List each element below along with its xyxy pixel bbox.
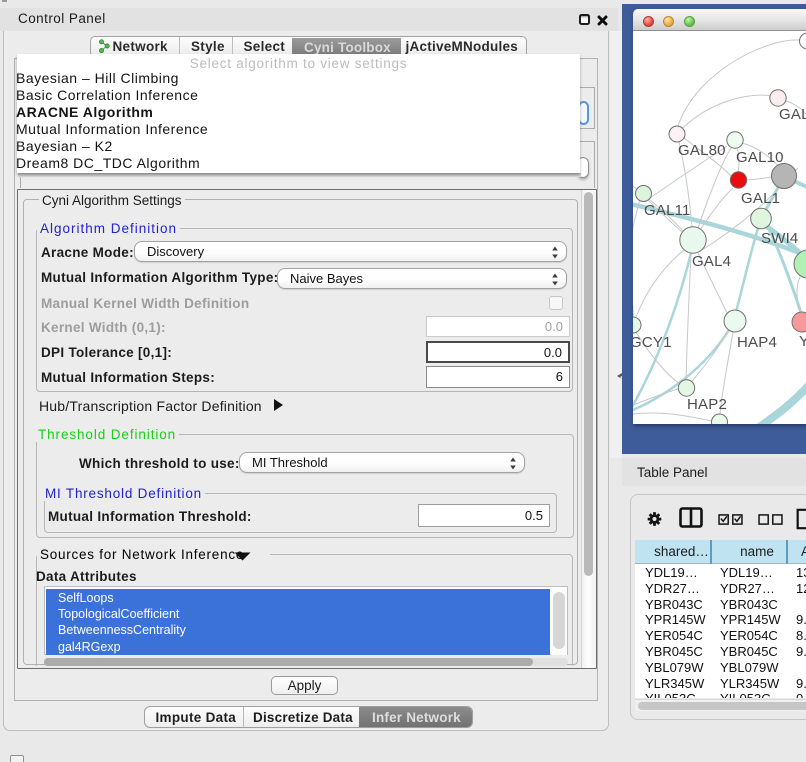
svg-text:GAL11: GAL11 [644,202,691,219]
svg-text:GAL7: GAL7 [779,106,806,123]
svg-text:GAL4: GAL4 [692,253,731,270]
svg-text:SWI4: SWI4 [761,230,798,247]
svg-text:GAL80: GAL80 [678,142,726,159]
svg-text:GAL1: GAL1 [741,190,780,207]
svg-text:GAL10: GAL10 [736,149,784,166]
svg-text:HAP4: HAP4 [737,334,777,351]
svg-text:GCY1: GCY1 [633,334,672,351]
svg-text:YD: YD [799,333,806,350]
svg-text:HAP2: HAP2 [687,396,727,413]
